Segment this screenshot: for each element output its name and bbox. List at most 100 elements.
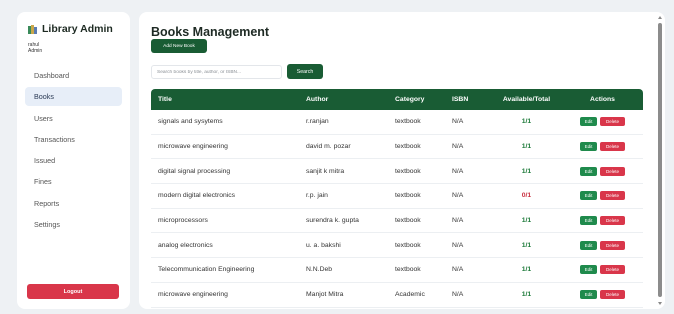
sidebar-nav: Dashboard Books Users Transactions Issue…	[25, 66, 122, 234]
brand-title: Library Admin	[42, 23, 113, 35]
sidebar-item-settings[interactable]: Settings	[25, 215, 122, 234]
cell-isbn: N/A	[452, 167, 464, 175]
sidebar-item-transactions[interactable]: Transactions	[25, 130, 122, 149]
books-table: Title Author Category ISBN Available/Tot…	[151, 89, 643, 308]
cell-title: analog electronics	[158, 241, 213, 249]
cell-category: textbook	[395, 266, 421, 274]
cell-category: textbook	[395, 167, 421, 175]
delete-button[interactable]: Delete	[600, 216, 625, 226]
sidebar-item-users[interactable]: Users	[25, 109, 122, 128]
search-input[interactable]	[151, 65, 282, 79]
edit-button[interactable]: Edit	[580, 240, 597, 250]
sidebar-item-books[interactable]: Books	[25, 87, 122, 107]
cell-title: modern digital electronics	[158, 192, 236, 200]
cell-author: david m. pozar	[306, 143, 351, 151]
cell-available: 1/1	[521, 118, 532, 126]
cell-category: textbook	[395, 143, 421, 151]
edit-button[interactable]: Edit	[580, 216, 597, 226]
user-info: rahul Admin	[28, 42, 122, 54]
delete-button[interactable]: Delete	[600, 265, 625, 275]
table-row: microprocessors surendra k. gupta textbook…	[151, 209, 643, 234]
delete-button[interactable]: Delete	[600, 191, 625, 201]
cell-available: 1/1	[521, 167, 532, 175]
scroll-thumb[interactable]	[658, 23, 662, 297]
page-title: Books Management	[151, 25, 270, 39]
table-body: signals and sysytems r.ranjan textbook N/A 1…	[151, 110, 643, 308]
cell-available: 0/1	[521, 192, 532, 200]
cell-isbn: N/A	[452, 192, 464, 200]
sidebar-item-reports[interactable]: Reports	[25, 194, 122, 213]
sidebar: Library Admin rahul Admin Dashboard Book…	[17, 12, 130, 309]
cell-actions: Edit Delete	[562, 166, 643, 176]
column-header-actions: Actions	[590, 96, 615, 103]
column-header-title: Title	[158, 96, 172, 103]
table-row: modern digital electronics r.p. jain textb…	[151, 184, 643, 209]
cell-isbn: N/A	[452, 241, 464, 249]
add-book-button[interactable]: Add New Book	[151, 39, 207, 53]
delete-button[interactable]: Delete	[600, 117, 625, 127]
cell-isbn: N/A	[452, 291, 464, 299]
scrollbar[interactable]	[658, 16, 662, 305]
edit-button[interactable]: Edit	[580, 117, 597, 127]
cell-title: microprocessors	[158, 217, 208, 225]
delete-button[interactable]: Delete	[600, 290, 625, 300]
cell-title: Telecommunication Engineering	[158, 266, 255, 274]
edit-button[interactable]: Edit	[580, 166, 597, 176]
cell-available: 1/1	[521, 241, 532, 249]
edit-button[interactable]: Edit	[580, 290, 597, 300]
cell-title: signals and sysytems	[158, 118, 223, 126]
cell-author: surendra k. gupta	[306, 217, 359, 225]
cell-title: microwave engineering	[158, 143, 228, 151]
search-button[interactable]: Search	[287, 64, 323, 79]
sidebar-item-issued[interactable]: Issued	[25, 151, 122, 170]
table-row: signals and sysytems r.ranjan textbook N/A 1…	[151, 110, 643, 135]
cell-available: 1/1	[521, 291, 532, 299]
table-header: Title Author Category ISBN Available/Tot…	[151, 89, 643, 110]
column-header-category: Category	[395, 96, 425, 103]
sidebar-item-dashboard[interactable]: Dashboard	[25, 66, 122, 85]
cell-title: digital signal processing	[158, 167, 231, 175]
cell-category: textbook	[395, 192, 421, 200]
column-header-isbn: ISBN	[452, 96, 469, 103]
edit-button[interactable]: Edit	[580, 191, 597, 201]
delete-button[interactable]: Delete	[600, 166, 625, 176]
cell-available: 1/1	[521, 217, 532, 225]
edit-button[interactable]: Edit	[580, 265, 597, 275]
cell-actions: Edit Delete	[562, 265, 643, 275]
delete-button[interactable]: Delete	[600, 240, 625, 250]
cell-available: 1/1	[521, 143, 532, 151]
column-header-author: Author	[306, 96, 329, 103]
cell-author: u. a. bakshi	[306, 241, 341, 249]
table-row: digital signal processing sanjit k mitra t…	[151, 159, 643, 185]
cell-category: textbook	[395, 217, 421, 225]
cell-actions: Edit Delete	[562, 216, 643, 226]
cell-isbn: N/A	[452, 217, 464, 225]
cell-author: sanjit k mitra	[306, 167, 345, 175]
column-header-available: Available/Total	[502, 96, 551, 103]
edit-button[interactable]: Edit	[580, 142, 597, 152]
cell-author: r.p. jain	[306, 192, 328, 200]
cell-actions: Edit Delete	[562, 117, 643, 127]
books-icon	[28, 24, 38, 34]
cell-actions: Edit Delete	[562, 142, 643, 152]
scroll-down-arrow-icon[interactable]	[658, 302, 662, 305]
cell-isbn: N/A	[452, 143, 464, 151]
cell-title: microwave engineering	[158, 291, 228, 299]
table-row: microwave engineering Manjot Mitra Academi…	[151, 283, 643, 308]
table-row: analog electronics u. a. bakshi textbook N/…	[151, 233, 643, 259]
cell-actions: Edit Delete	[562, 191, 643, 201]
logout-button[interactable]: Logout	[27, 284, 119, 299]
cell-category: Academic	[395, 291, 425, 299]
cell-author: N.N.Deb	[306, 266, 333, 274]
delete-button[interactable]: Delete	[600, 142, 625, 152]
cell-category: textbook	[395, 118, 421, 126]
cell-author: r.ranjan	[306, 118, 329, 126]
cell-isbn: N/A	[452, 266, 464, 274]
scroll-up-arrow-icon[interactable]	[658, 16, 662, 19]
table-row: microwave engineering david m. pozar textb…	[151, 135, 643, 160]
table-row: Telecommunication Engineering N.N.Deb text…	[151, 258, 643, 283]
cell-category: textbook	[395, 241, 421, 249]
user-role: Admin	[28, 48, 43, 54]
brand: Library Admin	[28, 23, 122, 35]
sidebar-item-fines[interactable]: Fines	[25, 172, 122, 191]
